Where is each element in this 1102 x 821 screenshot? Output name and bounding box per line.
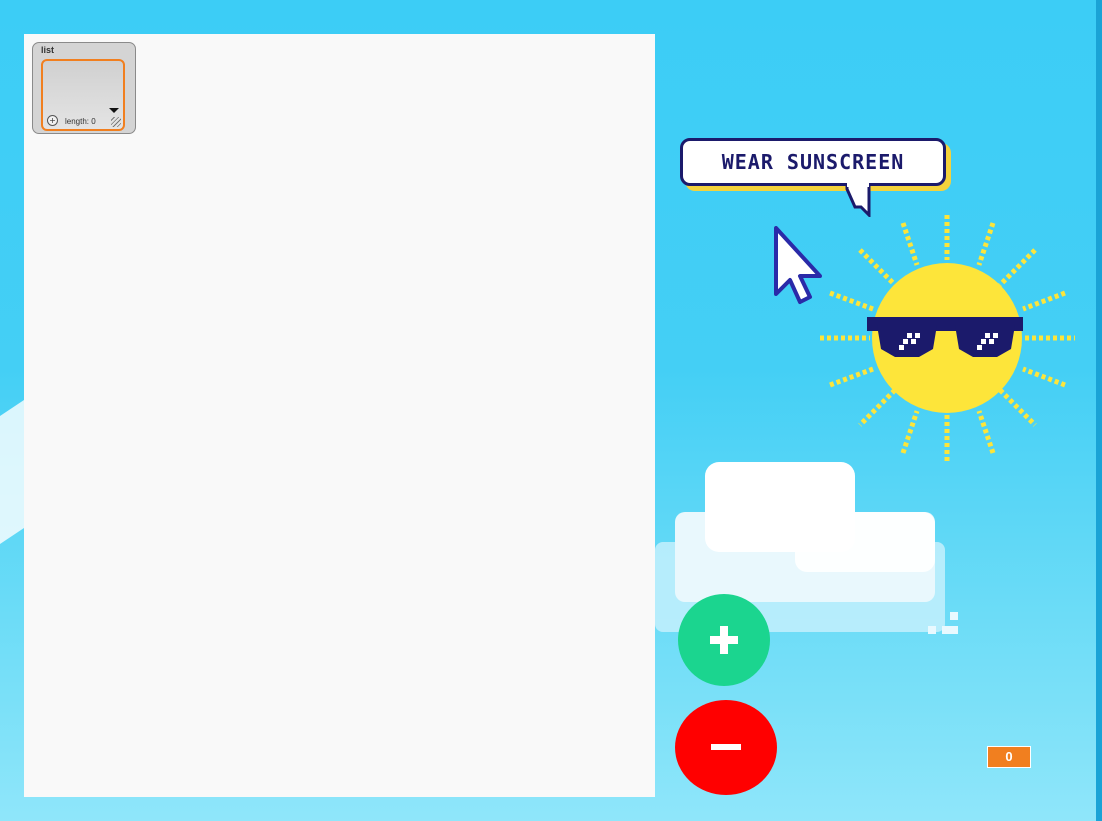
sun-with-sunglasses [820,215,1075,463]
white-panel [24,34,655,797]
remove-button[interactable] [675,700,777,795]
list-contents[interactable]: + length: 0 [41,59,125,131]
score-counter: 0 [987,746,1031,768]
add-button[interactable] [678,594,770,686]
minus-icon [711,743,741,750]
resize-handle-icon[interactable] [111,117,121,127]
speech-text: WEAR SUNSCREEN [721,150,905,174]
triangle-down-icon[interactable] [109,108,119,113]
speech-bubble: WEAR SUNSCREEN [680,138,946,186]
list-monitor[interactable]: list + length: 0 [32,42,136,134]
plus-circle-icon[interactable]: + [47,115,58,126]
cloud-puffs [928,612,968,642]
list-title: list [41,45,55,55]
plus-icon [710,626,738,654]
stage-right-edge [1096,0,1102,821]
list-length: length: 0 [65,117,96,126]
